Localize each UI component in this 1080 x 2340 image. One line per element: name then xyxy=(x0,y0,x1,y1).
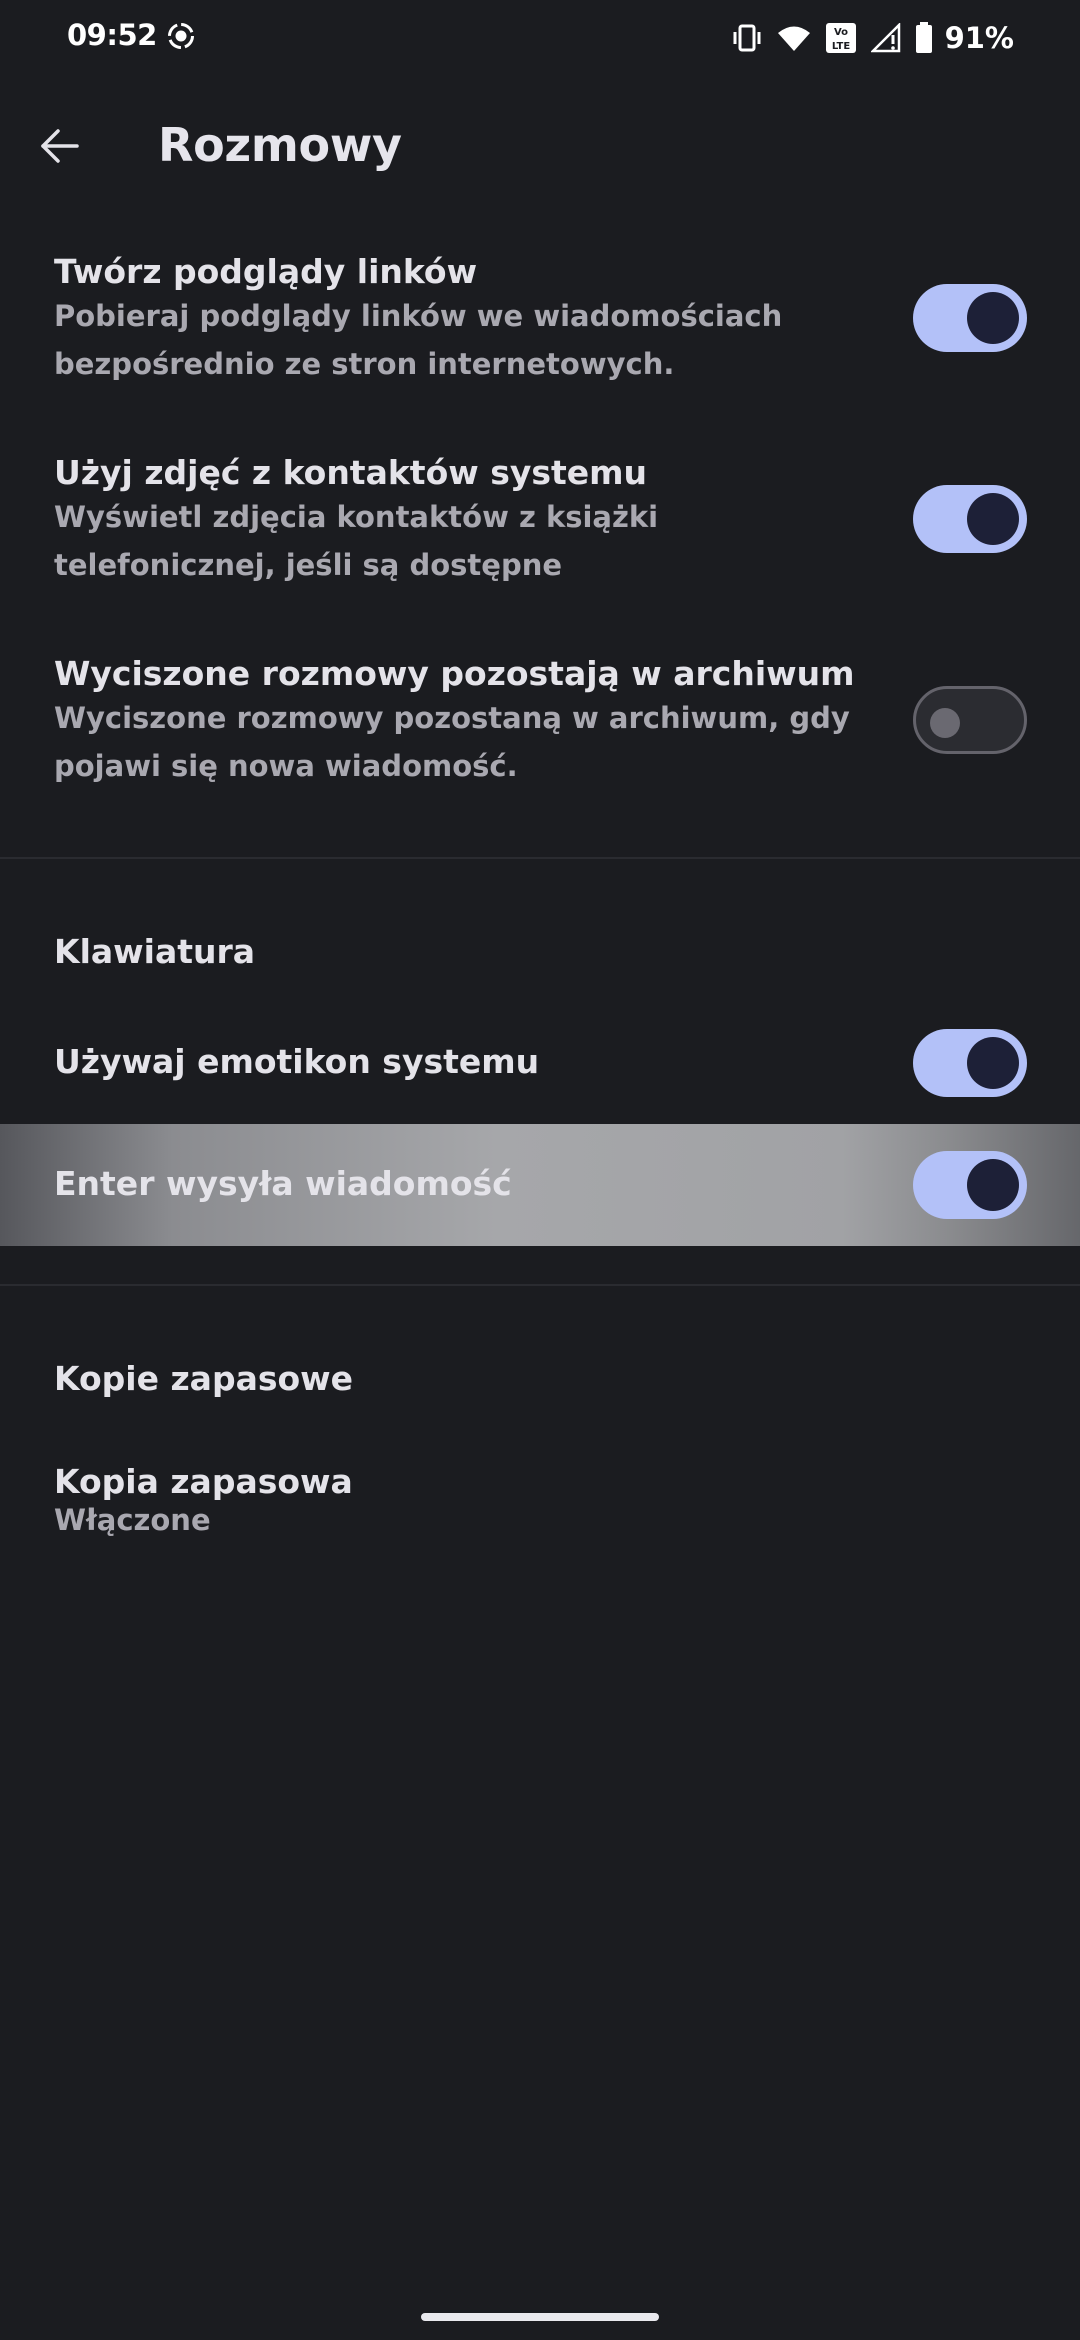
setting-title: Używaj emotikon systemu xyxy=(54,1042,540,1081)
toggle-knob xyxy=(967,1037,1019,1089)
battery-icon xyxy=(915,22,933,54)
link-previews-toggle[interactable] xyxy=(913,284,1027,352)
toggle-knob xyxy=(967,493,1019,545)
divider xyxy=(0,1284,1080,1286)
system-emoji-toggle[interactable] xyxy=(913,1029,1027,1097)
setting-title: Twórz podglądy linków xyxy=(54,252,478,291)
setting-description: Wyciszone rozmowy pozostaną w archiwum, … xyxy=(54,701,850,783)
status-time: 09:52 xyxy=(67,18,157,52)
back-button[interactable] xyxy=(22,108,98,184)
signal-icon xyxy=(870,23,901,53)
setting-muted-stay-archived[interactable]: Wyciszone rozmowy pozostają w archiwum W… xyxy=(0,642,1080,802)
setting-summary: Włączone xyxy=(54,1503,211,1537)
section-header-backups: Kopie zapasowe xyxy=(54,1359,354,1398)
status-icons: Vo LTE 91% xyxy=(731,18,1014,58)
svg-text:LTE: LTE xyxy=(831,41,850,52)
volte-icon: Vo LTE xyxy=(825,22,857,54)
setting-link-previews[interactable]: Twórz podglądy linków Pobieraj podglądy … xyxy=(0,240,1080,400)
setting-title: Użyj zdjęć z kontaktów systemu xyxy=(54,453,648,492)
battery-percentage: 91% xyxy=(944,21,1014,55)
arrow-back-icon xyxy=(41,129,79,163)
setting-system-emoji[interactable]: Używaj emotikon systemu xyxy=(0,1002,1080,1124)
page-title: Rozmowy xyxy=(158,118,402,172)
divider xyxy=(0,857,1080,859)
setting-description: Pobieraj podglądy linków we wiadomościac… xyxy=(54,299,783,381)
status-bar: 09:52 Vo LTE 91% xyxy=(0,0,1080,76)
enter-sends-toggle[interactable] xyxy=(913,1151,1027,1219)
setting-enter-sends[interactable]: Enter wysyła wiadomość xyxy=(0,1124,1080,1246)
muted-stay-archived-toggle[interactable] xyxy=(913,686,1027,754)
wifi-icon xyxy=(777,24,811,52)
app-bar: Rozmowy xyxy=(0,90,1080,202)
section-header-keyboard: Klawiatura xyxy=(54,932,256,971)
svg-text:Vo: Vo xyxy=(834,27,848,38)
toggle-knob xyxy=(967,1159,1019,1211)
setting-backup[interactable]: Kopia zapasowa Włączone xyxy=(0,1440,1080,1570)
system-contact-photos-toggle[interactable] xyxy=(913,485,1027,553)
vibrate-icon xyxy=(731,24,763,52)
toggle-knob xyxy=(930,708,960,738)
setting-system-contact-photos[interactable]: Użyj zdjęć z kontaktów systemu Wyświetl … xyxy=(0,441,1080,601)
setting-title: Enter wysyła wiadomość xyxy=(54,1164,512,1203)
setting-description: Wyświetl zdjęcia kontaktów z książki tel… xyxy=(54,500,659,582)
toggle-knob xyxy=(967,292,1019,344)
setting-title: Wyciszone rozmowy pozostają w archiwum xyxy=(54,654,855,693)
home-indicator[interactable] xyxy=(421,2313,659,2321)
screen-record-icon xyxy=(166,21,196,51)
